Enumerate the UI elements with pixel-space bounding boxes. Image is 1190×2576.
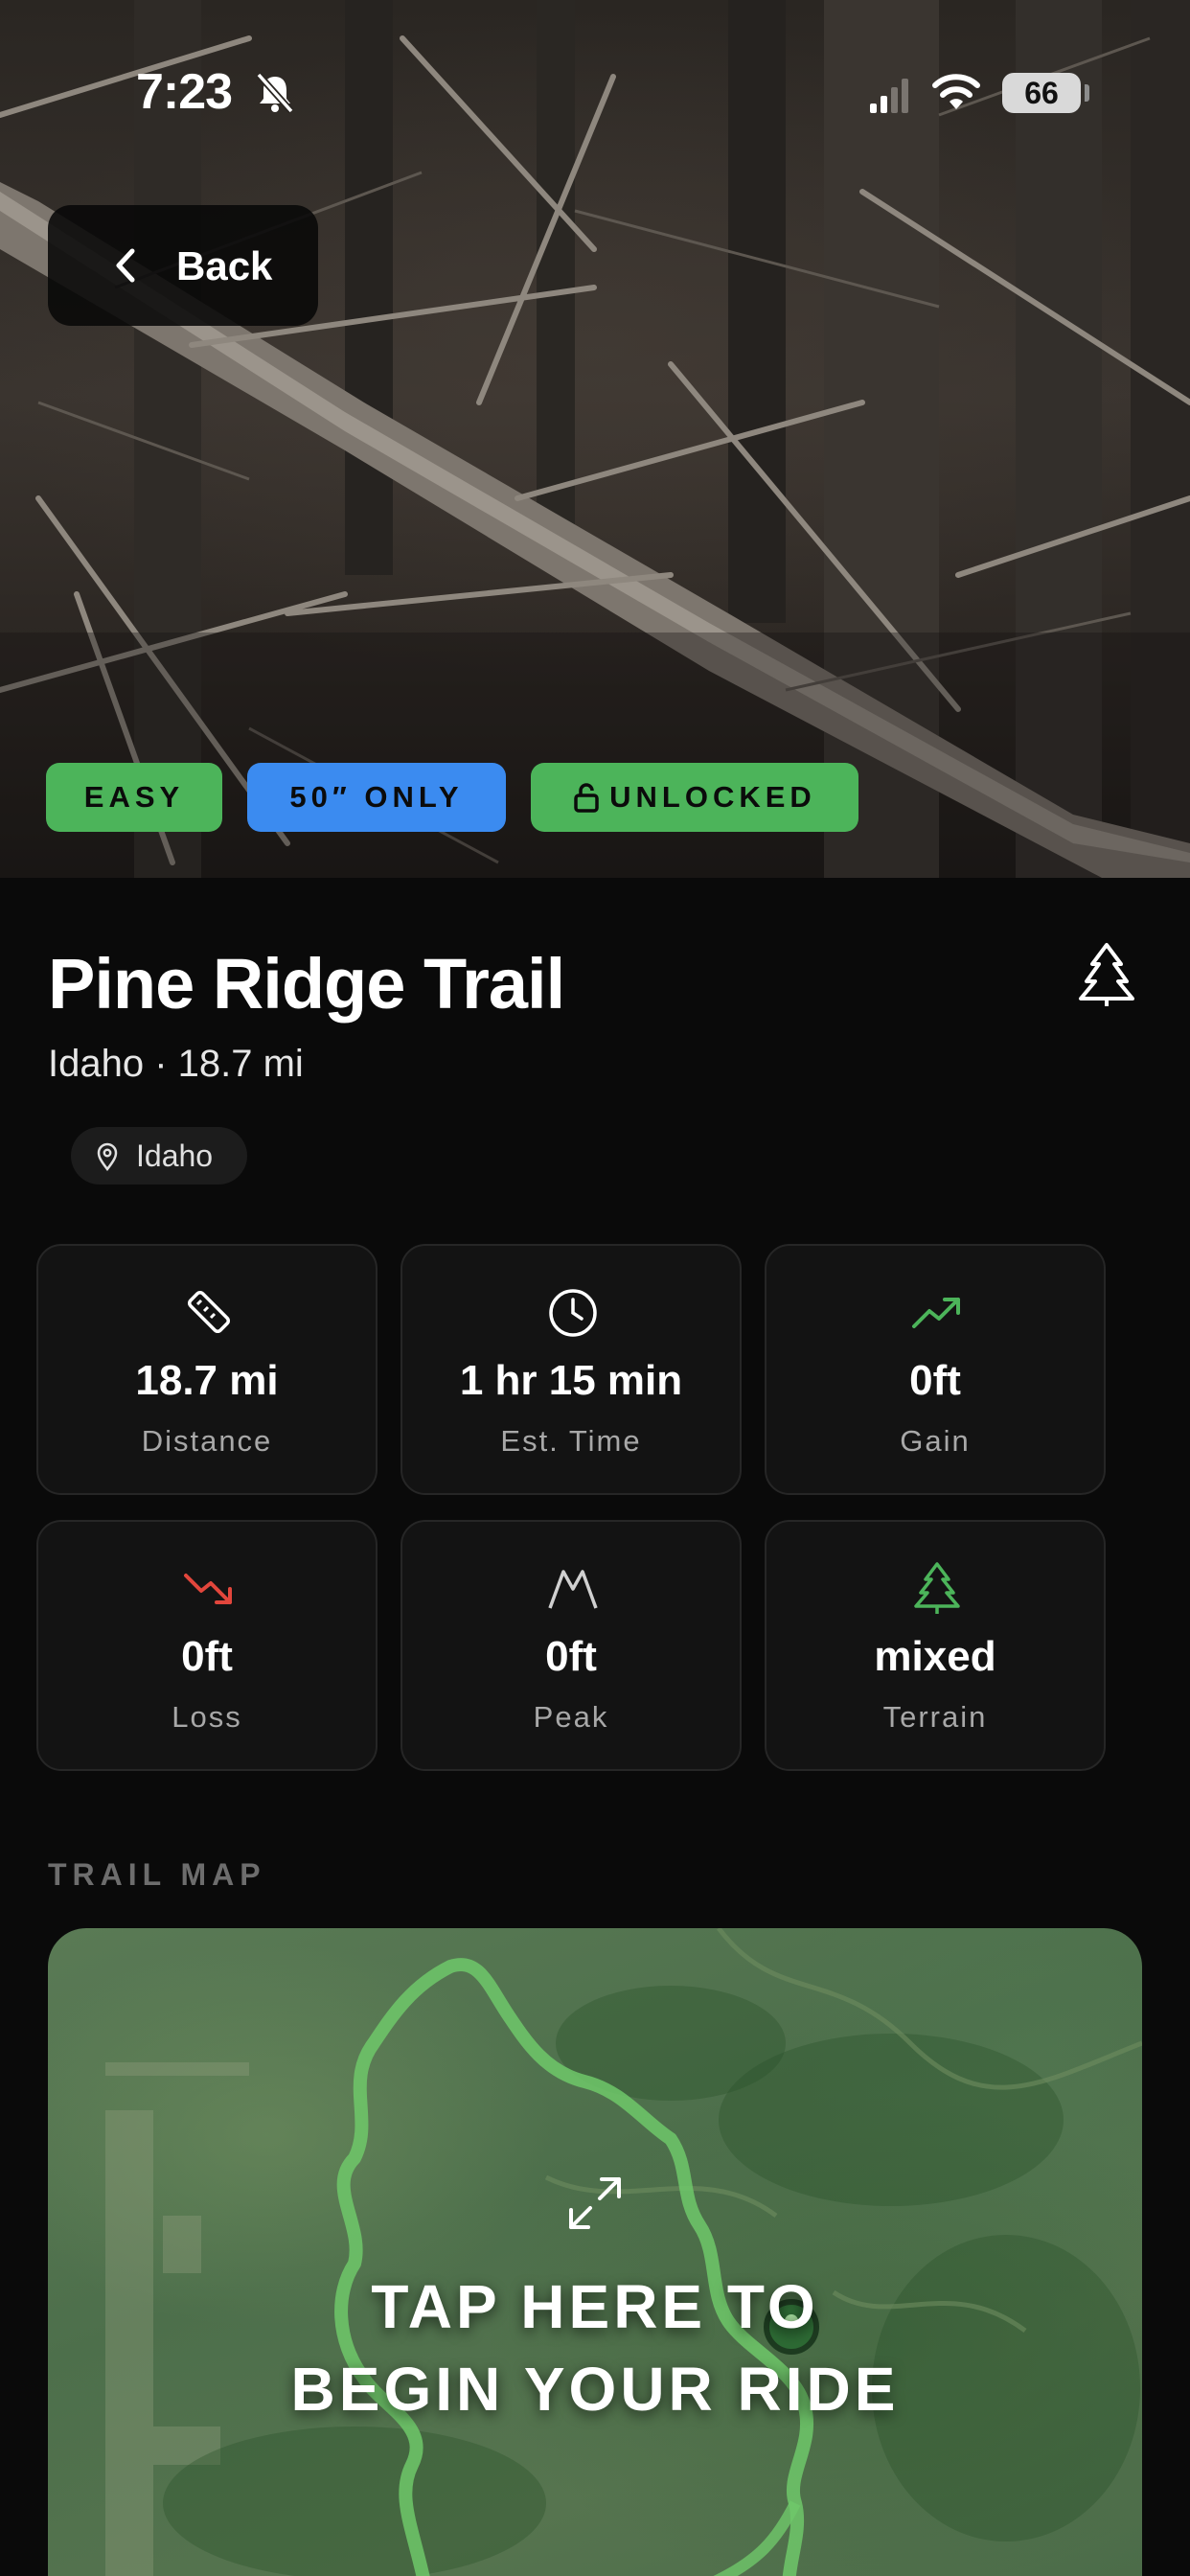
stat-label: Terrain (882, 1700, 988, 1734)
begin-ride-cta[interactable]: TAP HERE TO BEGIN YOUR RIDE (48, 2266, 1142, 2430)
unlock-icon (574, 783, 599, 813)
stat-label: Distance (141, 1424, 273, 1458)
status-bar: 7:23 66 (0, 0, 1190, 134)
stat-value: 0ft (909, 1357, 961, 1404)
trail-subtitle: Idaho · 18.7 mi (48, 1043, 304, 1085)
section-label-trail-map: TRAIL MAP (48, 1857, 266, 1892)
trending-up-icon (912, 1298, 960, 1328)
location-chip-label: Idaho (136, 1138, 214, 1173)
cta-line-1: TAP HERE TO (371, 2272, 819, 2341)
wifi-icon (932, 74, 980, 109)
status-time: 7:23 (136, 64, 233, 120)
difficulty-badge-label: EASY (83, 780, 185, 814)
stat-label: Est. Time (500, 1424, 642, 1458)
vehicle-width-badge-label: 50″ ONLY (289, 780, 464, 814)
clock-icon (549, 1289, 597, 1337)
tree-icon[interactable] (1075, 941, 1138, 1008)
hero-image: 7:23 66 Back EASY 50″ ONLY UNLOCKED (0, 0, 1190, 878)
trail-map (105, 1928, 1142, 2576)
unlocked-badge: UNLOCKED (531, 763, 858, 832)
chevron-left-icon (116, 248, 135, 283)
bell-slash-icon (256, 72, 294, 114)
stat-value: 0ft (545, 1633, 597, 1680)
unlocked-badge-label: UNLOCKED (609, 780, 816, 814)
stat-label: Loss (172, 1700, 242, 1734)
back-label: Back (176, 243, 273, 288)
expand-icon[interactable] (565, 2174, 625, 2233)
cta-line-2: BEGIN YOUR RIDE (290, 2355, 900, 2424)
stat-card-est-time: 1 hr 15 min Est. Time (400, 1244, 742, 1495)
back-button[interactable]: Back (48, 205, 318, 326)
stat-card-gain: 0ft Gain (765, 1244, 1106, 1495)
battery-tip (1085, 84, 1089, 102)
vehicle-width-badge: 50″ ONLY (247, 763, 506, 832)
trending-down-icon (184, 1574, 232, 1604)
location-chip[interactable]: Idaho (71, 1127, 247, 1184)
stat-card-terrain: mixed Terrain (765, 1520, 1106, 1771)
stat-card-loss: 0ft Loss (36, 1520, 378, 1771)
mountain-icon (548, 1570, 598, 1609)
stat-card-distance: 18.7 mi Distance (36, 1244, 378, 1495)
stat-value: 18.7 mi (135, 1357, 279, 1404)
map-pin-icon (97, 1142, 118, 1171)
stat-card-peak: 0ft Peak (400, 1520, 742, 1771)
stat-value: 1 hr 15 min (459, 1357, 683, 1404)
stat-label: Peak (533, 1700, 609, 1734)
stat-value: 0ft (181, 1633, 233, 1680)
difficulty-badge: EASY (46, 763, 222, 832)
stat-value: mixed (874, 1633, 996, 1680)
trail-map-card[interactable]: TAP HERE TO BEGIN YOUR RIDE (48, 1928, 1142, 2576)
battery-indicator: 66 (1002, 73, 1081, 113)
trail-title: Pine Ridge Trail (48, 944, 565, 1024)
stat-label: Gain (900, 1424, 971, 1458)
ruler-icon (187, 1290, 231, 1334)
signal-icon (870, 79, 908, 113)
tree-icon (914, 1562, 960, 1614)
